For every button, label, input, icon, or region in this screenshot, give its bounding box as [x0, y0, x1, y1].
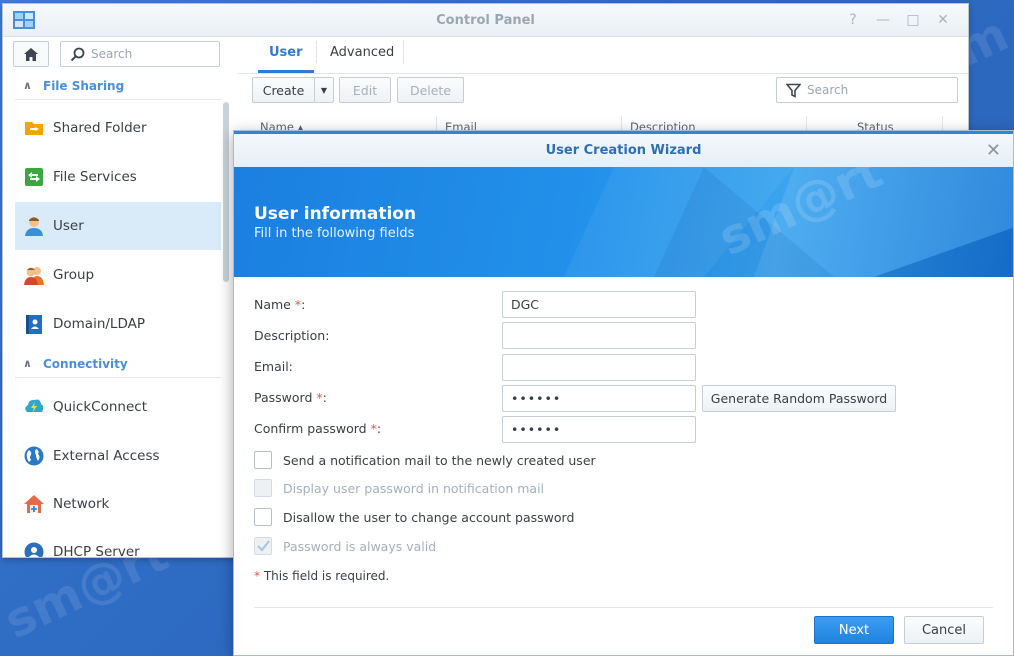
home-button[interactable]: [13, 41, 49, 67]
sidebar-item-shared-folder[interactable]: Shared Folder: [15, 104, 221, 152]
confirm-password-label: Confirm password *:: [254, 421, 382, 436]
section-file-sharing[interactable]: ∧ File Sharing: [15, 74, 221, 100]
user-icon: [25, 217, 43, 236]
group-icon: [24, 267, 44, 285]
checkbox-row-send-notification[interactable]: Send a notification mail to the newly cr…: [254, 450, 596, 470]
network-icon: [24, 495, 44, 513]
sidebar-item-network[interactable]: Network: [15, 480, 221, 528]
checkbox-label: Disallow the user to change account pass…: [283, 509, 575, 525]
description-label: Description:: [254, 328, 330, 343]
create-dropdown-button[interactable]: ▼: [314, 77, 334, 103]
control-panel-title: Control Panel: [436, 13, 535, 28]
close-icon[interactable]: ✕: [986, 140, 1001, 161]
sidebar-scrollbar[interactable]: [223, 102, 229, 282]
email-label: Email:: [254, 359, 293, 374]
sidebar-item-label: Shared Folder: [53, 120, 147, 136]
user-search-placeholder: Search: [807, 83, 849, 97]
maximize-icon[interactable]: □: [905, 12, 921, 28]
sidebar-item-label: Domain/LDAP: [53, 316, 145, 332]
chevron-up-icon: ∧: [23, 79, 32, 92]
help-icon[interactable]: ?: [845, 12, 861, 28]
external-access-icon: [24, 446, 44, 466]
sidebar-item-label: External Access: [53, 448, 160, 464]
chevron-up-icon: ∧: [23, 357, 32, 370]
minimize-icon[interactable]: —: [875, 12, 891, 28]
sidebar-search-placeholder: Search: [91, 47, 133, 61]
wizard-heading: User information: [254, 204, 417, 224]
user-creation-wizard: User Creation Wizard ✕ sm@rt User inform…: [233, 130, 1014, 656]
home-icon: [24, 47, 38, 61]
generate-random-password-button[interactable]: Generate Random Password: [702, 385, 896, 412]
checkmark-icon: [257, 540, 270, 552]
section-connectivity[interactable]: ∧ Connectivity: [15, 352, 221, 378]
sidebar-item-group[interactable]: Group: [15, 251, 221, 299]
send-notification-checkbox[interactable]: [254, 451, 272, 469]
user-search-input[interactable]: Search: [776, 77, 958, 103]
sidebar-item-quickconnect[interactable]: QuickConnect: [15, 383, 221, 431]
disallow-change-password-checkbox[interactable]: [254, 508, 272, 526]
sidebar-item-label: File Services: [53, 169, 137, 185]
sidebar-item-dhcp-server[interactable]: DHCP Server: [15, 528, 221, 558]
email-input[interactable]: [502, 354, 696, 381]
sidebar: Search ∧ File Sharing Shared Folder File…: [3, 38, 231, 557]
display-password-checkbox: [254, 479, 272, 497]
wizard-subheading: Fill in the following fields: [254, 226, 415, 241]
wizard-titlebar[interactable]: User Creation Wizard ✕: [234, 131, 1013, 167]
tab-active-indicator: [258, 70, 314, 73]
sidebar-item-label: QuickConnect: [53, 399, 147, 415]
domain-ldap-icon: [26, 315, 42, 334]
checkbox-row-display-password: Display user password in notification ma…: [254, 478, 544, 498]
cancel-button[interactable]: Cancel: [904, 616, 984, 644]
close-icon[interactable]: ✕: [935, 12, 951, 28]
checkbox-row-disallow-change[interactable]: Disallow the user to change account pass…: [254, 507, 574, 527]
wizard-title: User Creation Wizard: [545, 143, 702, 158]
sidebar-search-input[interactable]: Search: [60, 41, 220, 67]
section-label: Connectivity: [43, 357, 128, 371]
tab-user[interactable]: User: [269, 45, 303, 60]
delete-button[interactable]: Delete: [397, 77, 464, 103]
dhcp-server-icon: [24, 542, 44, 557]
sidebar-item-domain-ldap[interactable]: Domain/LDAP: [15, 300, 221, 348]
tab-divider: [403, 41, 404, 63]
sidebar-item-label: Group: [53, 267, 95, 283]
checkbox-row-password-always-valid: Password is always valid: [254, 536, 436, 556]
file-services-icon: [25, 168, 43, 186]
tab-divider: [316, 41, 317, 63]
sidebar-item-user[interactable]: User: [15, 202, 221, 250]
required-field-note: * This field is required.: [254, 569, 390, 583]
create-button[interactable]: Create: [252, 77, 315, 103]
password-label: Password *:: [254, 390, 327, 405]
confirm-password-input[interactable]: ••••••: [502, 416, 696, 443]
checkbox-label: Password is always valid: [283, 538, 437, 554]
edit-button[interactable]: Edit: [339, 77, 391, 103]
name-input[interactable]: DGC: [502, 291, 696, 318]
tab-bar: User Advanced: [238, 38, 968, 74]
footer-divider: [254, 607, 993, 608]
search-icon: [70, 47, 85, 62]
password-input[interactable]: ••••••: [502, 385, 696, 412]
sidebar-item-label: User: [53, 218, 84, 234]
next-button[interactable]: Next: [814, 616, 894, 644]
sidebar-item-file-services[interactable]: File Services: [15, 153, 221, 201]
name-label: Name *:: [254, 297, 306, 312]
sidebar-item-label: Network: [53, 496, 110, 512]
shared-folder-icon: [25, 122, 43, 135]
tab-advanced[interactable]: Advanced: [330, 45, 394, 60]
sidebar-item-external-access[interactable]: External Access: [15, 432, 221, 480]
checkbox-label: Send a notification mail to the newly cr…: [283, 452, 596, 468]
description-input[interactable]: [502, 322, 696, 349]
section-label: File Sharing: [43, 79, 125, 93]
sidebar-item-label: DHCP Server: [53, 544, 140, 558]
filter-icon: [786, 83, 801, 98]
wizard-banner: sm@rt User information Fill in the follo…: [234, 167, 1013, 277]
password-always-valid-checkbox: [254, 537, 272, 555]
control-panel-titlebar[interactable]: Control Panel ? — □ ✕: [3, 4, 968, 37]
quickconnect-icon: [25, 399, 44, 413]
checkbox-label: Display user password in notification ma…: [283, 480, 545, 496]
caret-down-icon: ▼: [320, 85, 328, 95]
